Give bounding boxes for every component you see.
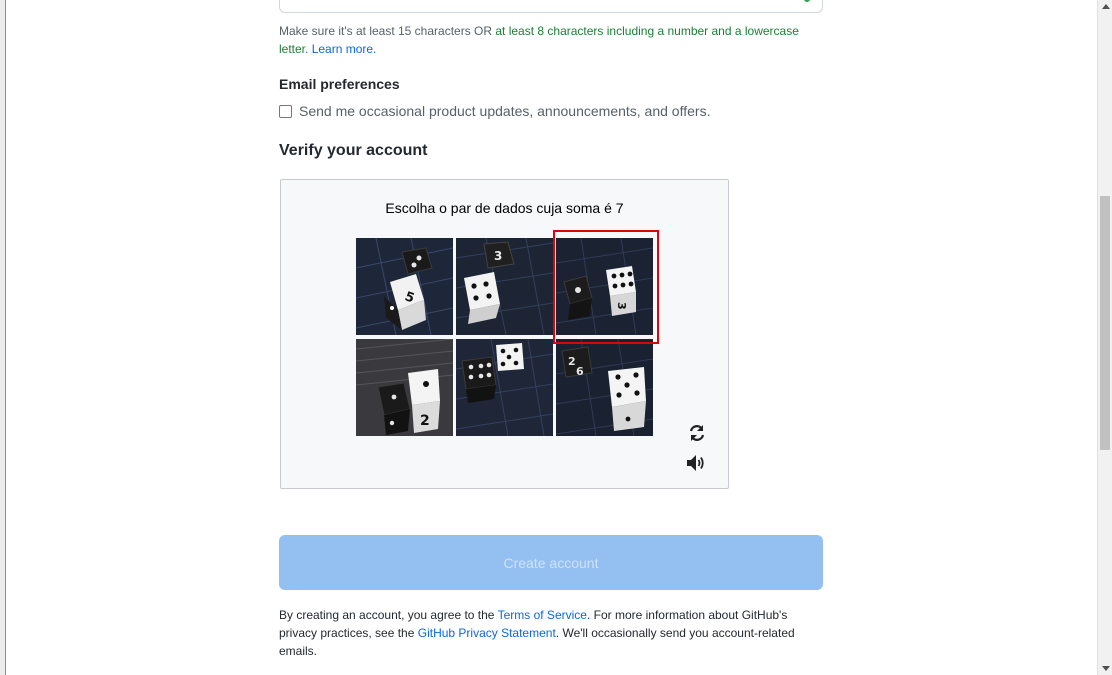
- audio-icon[interactable]: [685, 452, 707, 474]
- terms-of-service-link[interactable]: Terms of Service: [498, 608, 587, 622]
- email-preferences-option[interactable]: Send me occasional product updates, anno…: [279, 102, 710, 120]
- captcha-tile-6[interactable]: 2 6: [556, 339, 653, 436]
- create-account-button[interactable]: Create account: [279, 535, 823, 590]
- password-hint-text: Make sure it's at least 15 characters OR: [279, 24, 496, 38]
- captcha-tile-2[interactable]: 3: [456, 238, 553, 335]
- password-hint-sep: .: [305, 42, 312, 56]
- valid-check-icon: [804, 0, 810, 2]
- email-updates-checkbox[interactable]: [279, 104, 292, 118]
- scroll-thumb[interactable]: [1100, 196, 1110, 450]
- vertical-scrollbar[interactable]: [1097, 0, 1112, 675]
- captcha-panel: Escolha o par de dados cuja soma é 7 5 3…: [280, 179, 729, 489]
- refresh-icon[interactable]: [686, 422, 708, 444]
- email-preferences-heading: Email preferences: [279, 76, 400, 92]
- scroll-down-arrow-icon[interactable]: [1102, 666, 1110, 671]
- selected-tile-highlight: [553, 230, 659, 344]
- legal-notice: By creating an account, you agree to the…: [279, 606, 823, 660]
- svg-text:3: 3: [494, 249, 502, 263]
- window-left-edge: [0, 0, 6, 675]
- captcha-tile-5[interactable]: [456, 339, 553, 436]
- svg-text:2: 2: [568, 355, 576, 368]
- captcha-prompt: Escolha o par de dados cuja soma é 7: [385, 200, 624, 216]
- password-hint: Make sure it's at least 15 characters OR…: [279, 22, 823, 58]
- captcha-tile-1[interactable]: 5: [356, 238, 453, 335]
- verify-account-heading: Verify your account: [279, 142, 428, 159]
- privacy-statement-link[interactable]: GitHub Privacy Statement: [418, 626, 556, 640]
- scroll-up-arrow-icon[interactable]: [1102, 4, 1110, 9]
- legal-text-1: By creating an account, you agree to the: [279, 608, 498, 622]
- email-updates-label[interactable]: Send me occasional product updates, anno…: [299, 102, 710, 120]
- svg-text:2: 2: [420, 413, 430, 429]
- svg-text:6: 6: [576, 365, 584, 378]
- learn-more-link[interactable]: Learn more.: [312, 42, 377, 56]
- captcha-tile-4[interactable]: 2: [356, 339, 453, 436]
- password-input[interactable]: [279, 0, 823, 13]
